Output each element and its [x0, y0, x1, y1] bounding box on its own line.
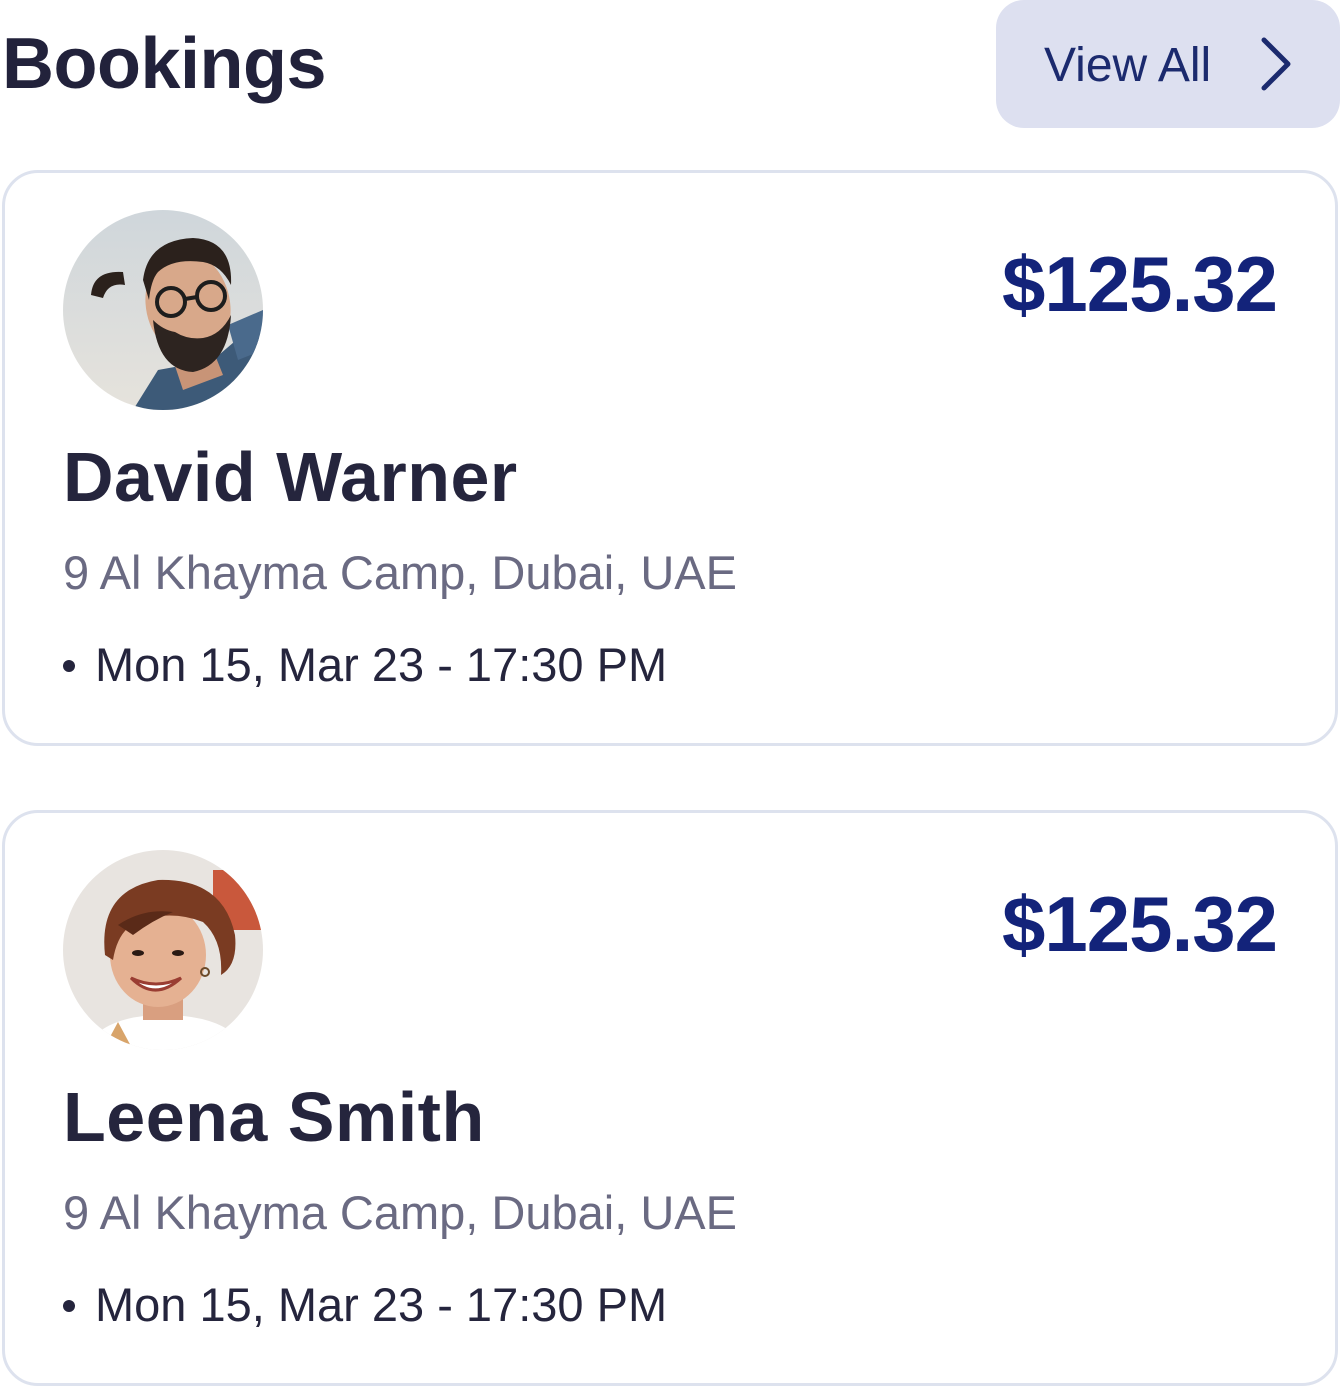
booking-datetime: Mon 15, Mar 23 - 17:30 PM — [95, 638, 668, 691]
bookings-header: Bookings View All — [0, 0, 1340, 128]
booking-address: 9 Al Khayma Camp, Dubai, UAE — [63, 1186, 737, 1239]
avatar — [63, 210, 263, 410]
booking-datetime: Mon 15, Mar 23 - 17:30 PM — [95, 1278, 668, 1331]
bullet-icon — [63, 1300, 75, 1312]
booking-card[interactable]: $125.32 David Warner 9 Al Khayma Camp, D… — [2, 170, 1338, 746]
customer-name: Leena Smith — [63, 1078, 485, 1156]
customer-name: David Warner — [63, 438, 518, 516]
view-all-button[interactable]: View All — [996, 0, 1340, 128]
page-title: Bookings — [2, 24, 327, 104]
booking-address: 9 Al Khayma Camp, Dubai, UAE — [63, 546, 737, 599]
booking-card[interactable]: $125.32 Leena Smith 9 Al Khayma Camp, Du… — [2, 810, 1338, 1386]
booking-price: $125.32 — [1002, 240, 1278, 328]
chevron-right-icon — [1258, 34, 1294, 94]
view-all-label: View All — [1044, 39, 1212, 92]
smiling-woman-avatar-icon — [63, 850, 263, 1050]
bullet-icon — [63, 660, 75, 672]
avatar — [63, 850, 263, 1050]
man-with-glasses-avatar-icon — [63, 210, 263, 410]
booking-price: $125.32 — [1002, 880, 1278, 968]
